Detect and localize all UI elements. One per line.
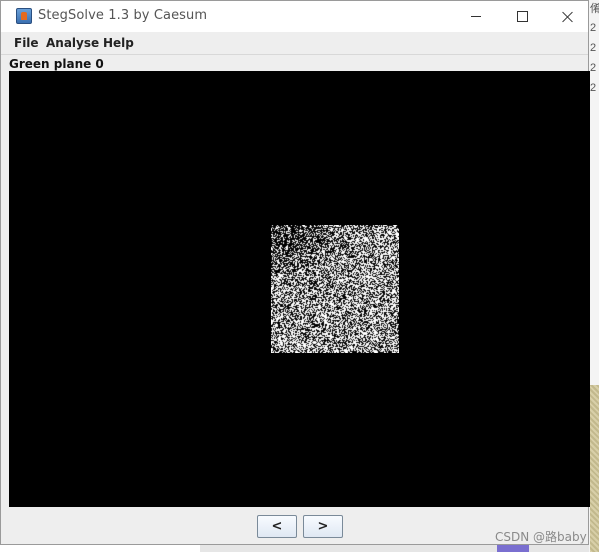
java-cup-icon bbox=[16, 8, 32, 24]
previous-plane-button[interactable]: < bbox=[257, 515, 297, 538]
minimize-icon bbox=[471, 16, 481, 17]
menu-analyse[interactable]: Analyse bbox=[46, 36, 99, 50]
watermark: CSDN @路baby bbox=[495, 530, 587, 544]
menu-bar: File Analyse Help bbox=[1, 32, 588, 55]
minimize-button[interactable] bbox=[453, 1, 499, 32]
stegsolve-window: StegSolve 1.3 by Caesum File Analyse Hel… bbox=[0, 0, 590, 545]
next-plane-button[interactable]: > bbox=[303, 515, 343, 538]
background-taskbar bbox=[200, 544, 589, 552]
close-icon bbox=[562, 11, 574, 23]
maximize-button[interactable] bbox=[499, 1, 545, 32]
background-pattern bbox=[590, 385, 599, 552]
close-button[interactable] bbox=[545, 1, 591, 32]
bit-plane-noise bbox=[271, 225, 399, 353]
plane-label: Green plane 0 bbox=[9, 57, 104, 71]
background-text: 倄 bbox=[590, 3, 599, 15]
title-bar[interactable]: StegSolve 1.3 by Caesum bbox=[1, 1, 588, 32]
background-text: 2 bbox=[590, 62, 597, 74]
background-text: 2 bbox=[590, 42, 597, 54]
maximize-icon bbox=[516, 11, 528, 22]
menu-help[interactable]: Help bbox=[103, 36, 134, 50]
window-title: StegSolve 1.3 by Caesum bbox=[38, 8, 208, 23]
background-text: 2 bbox=[590, 82, 597, 94]
image-canvas bbox=[9, 71, 590, 507]
menu-file[interactable]: File bbox=[14, 36, 39, 50]
background-taskbar-item bbox=[497, 544, 529, 552]
